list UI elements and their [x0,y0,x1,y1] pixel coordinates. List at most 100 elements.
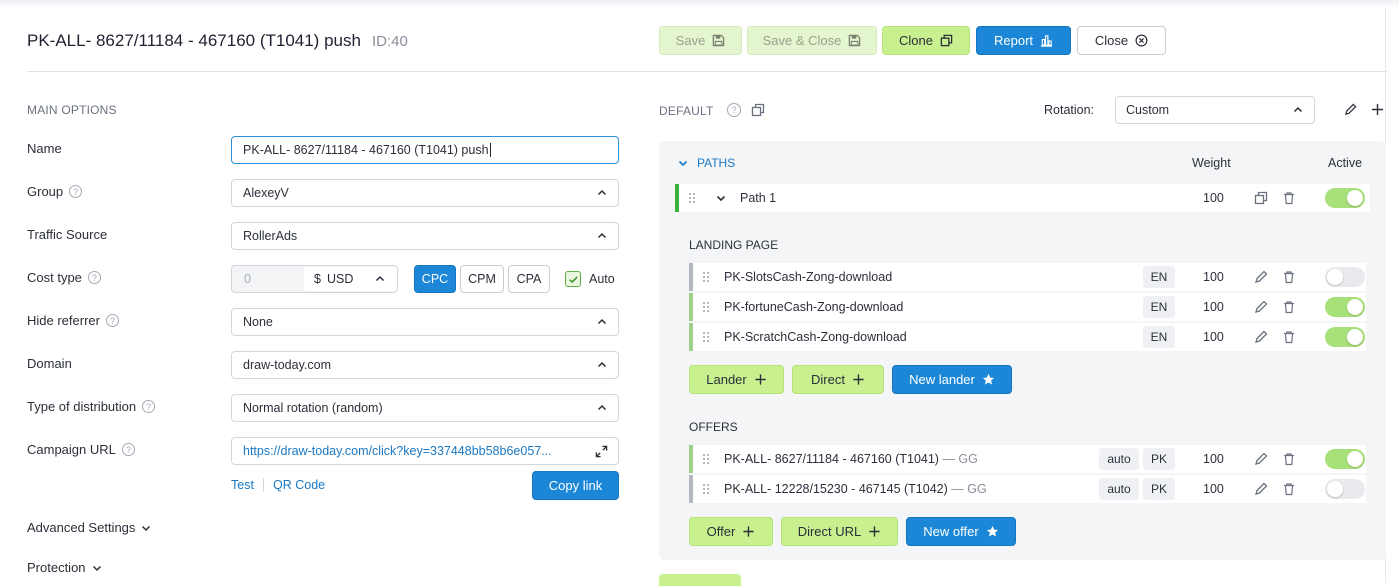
new-lander-button[interactable]: New lander [892,365,1012,394]
add-offer-button[interactable]: Offer [689,517,773,546]
test-link[interactable]: Test [231,478,254,492]
trash-icon[interactable] [1282,330,1296,344]
drag-handle-icon[interactable] [701,483,711,495]
name-input[interactable]: PK-ALL- 8627/11184 - 467160 (T1041) push [231,136,619,164]
add-path-button[interactable] [659,574,741,586]
offer-weight[interactable]: 100 [1203,482,1224,496]
advanced-settings-label: Advanced Settings [27,520,136,535]
chevron-down-icon[interactable] [716,193,726,203]
offer-active-toggle[interactable] [1325,449,1365,469]
chevron-down-icon[interactable] [678,158,688,168]
help-icon[interactable]: ? [121,443,135,456]
save-close-button[interactable]: Save & Close [747,26,877,55]
lander-weight[interactable]: 100 [1203,270,1224,284]
help-icon[interactable]: ? [142,400,156,413]
chevron-up-icon [1293,106,1303,113]
offer-weight[interactable]: 100 [1203,452,1224,466]
clone-button-label: Clone [899,33,933,48]
cost-amount-input[interactable]: 0 $ USD [231,265,398,293]
link-separator [263,478,264,492]
rotation-select[interactable]: Custom [1115,96,1315,124]
lander-row[interactable]: PK-ScratchCash-Zong-download EN 100 [689,323,1366,351]
advanced-settings-toggle[interactable]: Advanced Settings [27,520,151,535]
drag-handle-icon[interactable] [701,271,711,283]
auto-checkbox[interactable] [565,271,581,287]
toggle-knob [1327,481,1343,497]
expand-icon[interactable] [595,445,608,458]
path-row[interactable]: Path 1 100 [675,184,1370,212]
cost-type-cpm[interactable]: CPM [460,265,504,293]
distribution-select[interactable]: Normal rotation (random) [231,394,619,422]
add-lander-button[interactable]: Lander [689,365,784,394]
trash-icon[interactable] [1282,191,1296,205]
path-weight[interactable]: 100 [1203,191,1224,205]
hide-referrer-select[interactable]: None [231,308,619,336]
close-button[interactable]: Close [1077,26,1166,55]
save-button[interactable]: Save [659,26,742,55]
cost-type-cpa[interactable]: CPA [508,265,550,293]
trash-icon[interactable] [1282,300,1296,314]
trash-icon[interactable] [1282,452,1296,466]
chevron-up-icon [597,232,607,239]
chevron-up-icon [375,275,385,282]
report-button[interactable]: Report [976,26,1071,55]
offer-row[interactable]: PK-ALL- 12228/15230 - 467145 (T1042) — G… [689,475,1366,503]
lander-weight[interactable]: 100 [1203,300,1224,314]
active-column-header: Active [1328,156,1363,170]
lander-language: EN [1143,296,1175,318]
lander-active-toggle[interactable] [1325,267,1365,287]
copy-link-button[interactable]: Copy link [532,471,619,500]
help-icon[interactable]: ? [105,314,119,327]
offer-payout: auto [1099,478,1139,500]
currency-select[interactable]: $ USD [304,267,397,291]
trash-icon[interactable] [1282,270,1296,284]
drag-handle-icon[interactable] [701,301,711,313]
group-select[interactable]: AlexeyV [231,179,619,207]
pencil-icon[interactable] [1254,270,1268,284]
report-button-label: Report [993,33,1034,48]
campaign-url-field[interactable]: https://draw-today.com/click?key=337448b… [231,437,619,465]
domain-select[interactable]: draw-today.com [231,351,619,379]
pencil-icon[interactable] [1344,103,1357,116]
drag-handle-icon[interactable] [701,453,711,465]
trash-icon[interactable] [1282,482,1296,496]
help-icon[interactable]: ? [87,271,101,284]
qr-code-link[interactable]: QR Code [273,478,325,492]
plus-icon[interactable] [1371,103,1384,116]
clone-button[interactable]: Clone [882,26,970,55]
offer-row[interactable]: PK-ALL- 8627/11184 - 467160 (T1041) — GG… [689,445,1366,473]
traffic-source-label: Traffic Source [27,227,108,242]
drag-handle-icon[interactable] [687,192,697,204]
traffic-source-select[interactable]: RollerAds [231,222,619,250]
lander-row[interactable]: PK-fortuneCash-Zong-download EN 100 [689,293,1366,321]
add-direct-url-button[interactable]: Direct URL [781,517,898,546]
drag-handle-icon[interactable] [701,331,711,343]
new-offer-button[interactable]: New offer [906,517,1016,546]
help-icon[interactable]: ? [727,103,741,117]
lander-weight[interactable]: 100 [1203,330,1224,344]
copy-icon[interactable] [1254,191,1268,205]
add-direct-url-label: Direct URL [797,524,862,539]
lander-active-toggle[interactable] [1325,327,1365,347]
text-cursor [489,143,491,157]
pencil-icon[interactable] [1254,300,1268,314]
lander-active-toggle[interactable] [1325,297,1365,317]
copy-icon[interactable] [751,103,765,117]
pencil-icon[interactable] [1254,452,1268,466]
cost-type-cpc[interactable]: CPC [414,265,456,293]
path-active-toggle[interactable] [1325,188,1365,208]
lander-name: PK-fortuneCash-Zong-download [724,300,904,314]
lander-row[interactable]: PK-SlotsCash-Zong-download EN 100 [689,263,1366,291]
offer-active-toggle[interactable] [1325,479,1365,499]
name-input-value: PK-ALL- 8627/11184 - 467160 (T1041) push [243,143,489,157]
hide-referrer-value: None [243,315,273,329]
protection-toggle[interactable]: Protection [27,560,102,575]
pencil-icon[interactable] [1254,330,1268,344]
add-direct-button[interactable]: Direct [792,365,884,394]
auto-label: Auto [589,272,615,286]
pencil-icon[interactable] [1254,482,1268,496]
help-icon[interactable]: ? [69,185,83,198]
paths-title[interactable]: PATHS [697,156,735,170]
chevron-up-icon [597,404,607,411]
save-close-button-label: Save & Close [762,33,842,48]
